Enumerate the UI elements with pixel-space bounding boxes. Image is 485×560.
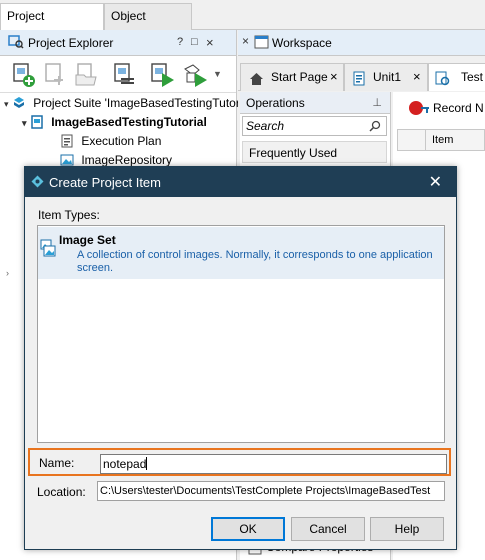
pin-icon[interactable]: ⊥ xyxy=(372,92,382,114)
create-project-item-dialog: Create Project Item ✕ Item Types: Image … xyxy=(24,166,457,550)
grid-column-item[interactable]: Item xyxy=(432,134,453,146)
image-set-icon xyxy=(40,239,56,260)
close-tab-icon[interactable]: × xyxy=(413,64,421,90)
dialog-title: Create Project Item xyxy=(49,175,161,190)
execution-plan-icon xyxy=(60,134,74,148)
collapsed-arrow-icon[interactable]: › xyxy=(6,264,9,283)
add-existing-item-icon[interactable] xyxy=(42,61,70,89)
tree-item-project-suite[interactable]: ▾ Project Suite 'ImageBasedTestingTutori… xyxy=(4,94,249,113)
group-label: Frequently Used xyxy=(249,146,338,160)
cancel-button[interactable]: Cancel xyxy=(291,517,365,541)
expand-arrow-icon[interactable]: ▾ xyxy=(4,99,9,109)
search-icon[interactable] xyxy=(369,119,381,137)
tab-label: Unit1 xyxy=(373,70,402,84)
tab-label: Test xyxy=(461,70,484,84)
run-project-icon[interactable] xyxy=(148,61,176,89)
expand-arrow-icon[interactable]: ▾ xyxy=(22,118,27,128)
project-suite-icon xyxy=(12,96,26,110)
image-repository-icon xyxy=(60,153,74,167)
workspace-icon xyxy=(254,35,269,52)
tree-item-label: Project Suite 'ImageBasedTestingTutoria xyxy=(33,96,250,110)
maximize-icon[interactable]: □ xyxy=(191,36,198,48)
name-input[interactable]: notepad xyxy=(100,454,447,474)
tab-test[interactable]: Test xyxy=(428,63,485,91)
operations-header: Operations ⊥ xyxy=(240,92,390,114)
record-label[interactable]: Record N xyxy=(433,101,484,115)
add-new-item-icon[interactable] xyxy=(10,61,38,89)
item-type-description: A collection of control images. Normally… xyxy=(77,249,433,274)
open-folder-icon[interactable] xyxy=(72,61,100,89)
close-icon[interactable]: × xyxy=(206,35,214,50)
panel-title: Project Explorer xyxy=(28,36,114,50)
operations-group-frequently-used[interactable]: Frequently Used xyxy=(242,141,387,163)
search-placeholder: Search xyxy=(246,119,285,133)
location-input-value: C:\Users\tester\Documents\TestComplete P… xyxy=(100,485,431,497)
name-input-value: notepad xyxy=(103,457,147,471)
name-label: Name: xyxy=(39,456,75,470)
tree-item-execution-plan[interactable]: Execution Plan xyxy=(60,132,161,151)
collapse-icon[interactable]: × xyxy=(242,34,249,48)
dialog-close-icon[interactable]: ✕ xyxy=(429,172,442,192)
project-explorer-icon xyxy=(8,35,24,52)
run-suite-icon[interactable] xyxy=(182,61,210,89)
text-cursor xyxy=(146,457,148,470)
tab-object-browser[interactable]: Object Browser xyxy=(104,3,192,47)
operations-title: Operations xyxy=(246,96,305,110)
project-properties-icon[interactable] xyxy=(110,61,138,89)
location-label: Location: xyxy=(37,485,86,499)
workspace-title: Workspace xyxy=(272,36,332,50)
tree-item-label: Execution Plan xyxy=(81,134,162,148)
grid-corner-cell xyxy=(398,130,426,150)
tree-item-project[interactable]: ▾ ImageBasedTestingTutorial xyxy=(22,113,207,132)
dialog-title-bar: Create Project Item ✕ xyxy=(25,167,456,197)
operations-search-input[interactable]: Search xyxy=(242,116,387,136)
tab-project-workspace[interactable]: Project Workspace xyxy=(0,3,104,47)
tree-item-label: ImageRepository xyxy=(81,153,173,167)
tab-start-page[interactable]: Start Page × xyxy=(240,63,344,91)
chevron-down-icon[interactable]: ▼ xyxy=(213,69,223,79)
record-icon[interactable] xyxy=(407,98,429,121)
item-types-list[interactable]: Image Set A collection of control images… xyxy=(37,225,445,443)
item-type-name: Image Set xyxy=(59,233,116,247)
location-input[interactable]: C:\Users\tester\Documents\TestComplete P… xyxy=(97,481,445,501)
list-item-image-set[interactable]: Image Set A collection of control images… xyxy=(38,227,444,279)
project-icon xyxy=(30,115,44,129)
name-field-highlight: Name: notepad xyxy=(28,448,451,476)
workspace-tab-bar: Start Page × Unit1 × Test xyxy=(238,61,485,91)
item-types-label: Item Types: xyxy=(38,208,100,222)
help-button[interactable]: Help xyxy=(370,517,444,541)
top-tab-bar: Project Workspace Object Browser xyxy=(0,0,485,47)
tree-item-label: ImageBasedTestingTutorial xyxy=(51,115,207,129)
help-icon[interactable]: ? xyxy=(177,36,183,48)
tab-label: Start Page xyxy=(271,70,328,84)
project-explorer-header: Project Explorer ? □ × xyxy=(0,30,236,56)
explorer-toolbar: ▼ xyxy=(0,57,236,93)
ok-button[interactable]: OK xyxy=(211,517,285,541)
workspace-header: × Workspace xyxy=(238,30,485,56)
close-tab-icon[interactable]: × xyxy=(330,64,338,90)
dialog-app-icon xyxy=(31,175,44,191)
tab-unit1[interactable]: Unit1 × xyxy=(344,63,428,91)
grid-header-row: Item xyxy=(397,129,485,151)
